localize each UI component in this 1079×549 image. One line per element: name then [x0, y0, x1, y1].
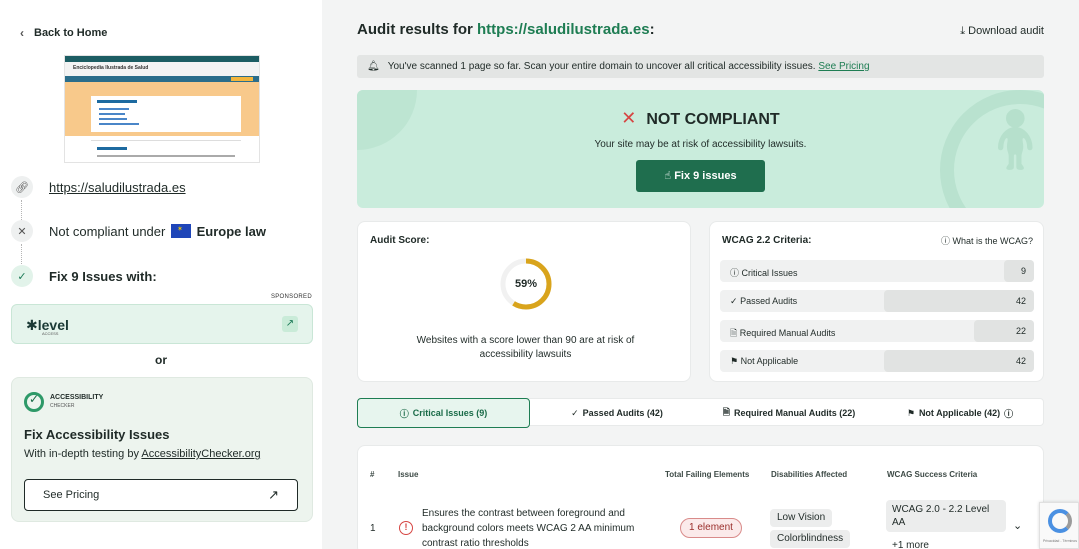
ac-card-title: Fix Accessibility Issues — [24, 427, 170, 442]
col-header-disabilities: Disabilities Affected — [771, 470, 848, 479]
compliance-status: ✕ NOT COMPLIANT — [621, 108, 780, 128]
info-icon: ⓘ — [940, 236, 950, 246]
external-link-icon[interactable]: ↗ — [282, 316, 298, 332]
tab-manual-audits[interactable]: 🗎︎ Required Manual Audits (22) — [703, 399, 875, 427]
issue-description: Ensures the contrast between foreground … — [422, 508, 635, 549]
site-thumbnail: Enciclopedia Ilustrada de Salud — [64, 55, 260, 163]
disability-badge: Low Vision — [770, 509, 833, 527]
wcag-criteria-label: WCAG 2.2 Criteria: — [722, 235, 812, 246]
failing-elements-badge: 1 element — [680, 518, 742, 538]
col-header-issue: Issue — [398, 470, 419, 479]
sponsored-label: SPONSORED — [270, 294, 312, 300]
pointer-icon: ☝ — [664, 170, 672, 182]
level-logo: ✱level ACCESS — [26, 317, 69, 336]
notice-pricing-link[interactable]: See Pricing — [818, 61, 869, 72]
info-icon: ⓘ — [1004, 408, 1014, 419]
tab-critical-issues[interactable]: ⓘ Critical Issues (9) — [357, 398, 530, 428]
criteria-row-not-applicable[interactable]: ⚑ Not Applicable 42 — [720, 350, 1034, 372]
recaptcha-text: Privacidad - Términos — [1043, 539, 1077, 543]
checkmark-logo-icon — [24, 392, 44, 412]
or-divider: or — [155, 353, 167, 367]
accessibility-checker-logo: ACCESSIBILITYCHECKER — [24, 392, 103, 412]
info-icon: ⓘ — [399, 408, 409, 419]
check-icon: ✓ — [571, 407, 579, 418]
scan-notice: 🔔︎ You've scanned 1 page so far. Scan yo… — [357, 55, 1044, 78]
check-icon: ✓ — [11, 265, 33, 287]
fix-step: ✓ Fix 9 Issues with: — [11, 265, 157, 287]
document-icon: 🗎︎ — [730, 328, 738, 338]
close-icon: ✕ — [11, 220, 33, 242]
col-header-criteria: WCAG Success Criteria — [887, 470, 978, 479]
compliance-description: Your site may be at risk of accessibilit… — [594, 139, 807, 150]
criteria-row-manual[interactable]: 🗎︎ Required Manual Audits 22 — [720, 320, 1034, 342]
site-url-link[interactable]: https://saludilustrada.es — [49, 180, 186, 195]
score-value: 59% — [514, 278, 538, 290]
warning-icon: ! — [399, 521, 413, 535]
level-access-card[interactable]: ✱level ACCESS ↗ — [11, 304, 313, 344]
compliance-banner: 🧍︎ ✕ NOT COMPLIANT Your site may be at ri… — [357, 90, 1044, 208]
chevron-left-icon: ‹ — [20, 26, 24, 40]
col-header-failing: Total Failing Elements — [665, 470, 750, 479]
wcag-criteria-card: WCAG 2.2 Criteria: ⓘ What is the WCAG? ⓘ… — [709, 221, 1044, 382]
recaptcha-icon — [1048, 509, 1072, 533]
download-audit-button[interactable]: ⤓ Download audit — [960, 25, 1044, 38]
close-icon: ✕ — [621, 108, 637, 128]
audit-tabs: ⓘ Critical Issues (9) ✓ Passed Audits (42)… — [357, 398, 1045, 428]
more-criteria-link[interactable]: +1 more — [892, 540, 929, 549]
link-icon: 🔗︎ — [11, 176, 33, 198]
chevron-down-icon[interactable]: ⌄ — [1013, 519, 1022, 532]
arrow-up-right-icon: ↗ — [268, 487, 279, 502]
accessibility-checker-link[interactable]: AccessibilityChecker.org — [141, 448, 260, 460]
issues-table: # Issue Total Failing Elements Disabilit… — [357, 445, 1044, 549]
download-icon: ⤓ — [960, 25, 966, 37]
fix-issues-button[interactable]: ☝ Fix 9 issues — [636, 160, 765, 192]
flag-icon: ⚑ — [906, 407, 915, 418]
criteria-row-critical[interactable]: ⓘ Critical Issues 9 — [720, 260, 1034, 282]
accessibility-checker-card: ACCESSIBILITYCHECKER Fix Accessibility I… — [11, 377, 313, 522]
tab-not-applicable[interactable]: ⚑ Not Applicable (42) ⓘ — [875, 399, 1045, 427]
compliance-text: Not compliant under Europe law — [49, 223, 266, 239]
tab-passed-audits[interactable]: ✓ Passed Audits (42) — [531, 399, 703, 427]
see-pricing-button[interactable]: See Pricing ↗ — [24, 479, 298, 511]
document-icon: 🗎︎ — [722, 407, 731, 417]
audit-score-label: Audit Score: — [370, 235, 430, 246]
back-label: Back to Home — [34, 27, 108, 39]
back-to-home-link[interactable]: ‹ Back to Home — [20, 26, 107, 40]
sidebar: ‹ Back to Home Enciclopedia Ilustrada de… — [0, 0, 322, 549]
info-icon: ⓘ — [730, 268, 740, 278]
compliance-step: ✕ Not compliant under Europe law — [11, 220, 266, 242]
thumbnail-title: Enciclopedia Ilustrada de Salud — [65, 62, 259, 76]
row-number: 1 — [370, 523, 376, 534]
law-text: Europe law — [196, 223, 266, 239]
audit-score-card: Audit Score: 59% Websites with a score l… — [357, 221, 691, 382]
recaptcha-badge[interactable]: Privacidad - Términos — [1039, 502, 1079, 549]
col-header-num: # — [370, 470, 375, 479]
what-is-wcag-link[interactable]: ⓘ What is the WCAG? — [941, 234, 1033, 247]
wcag-criteria-badge: WCAG 2.0 - 2.2 Level AA — [886, 500, 1006, 532]
page-title: Audit results for https://saludilustrada… — [357, 21, 655, 38]
eu-flag-icon — [170, 223, 191, 238]
bell-icon: 🔔︎ — [367, 61, 380, 72]
disability-badge: Colorblindness — [770, 530, 851, 548]
ac-card-subtitle: With in-depth testing by AccessibilityCh… — [24, 448, 261, 460]
flag-icon: ⚑ — [730, 356, 739, 366]
site-url-step: 🔗︎ https://saludilustrada.es — [11, 176, 186, 198]
criteria-row-passed[interactable]: ✓ Passed Audits 42 — [720, 290, 1034, 312]
fix-text: Fix 9 Issues with: — [49, 268, 157, 284]
audited-site-url[interactable]: https://saludilustrada.es — [477, 21, 650, 38]
score-description: Websites with a score lower than 90 are … — [416, 335, 635, 360]
check-icon: ✓ — [730, 296, 738, 306]
